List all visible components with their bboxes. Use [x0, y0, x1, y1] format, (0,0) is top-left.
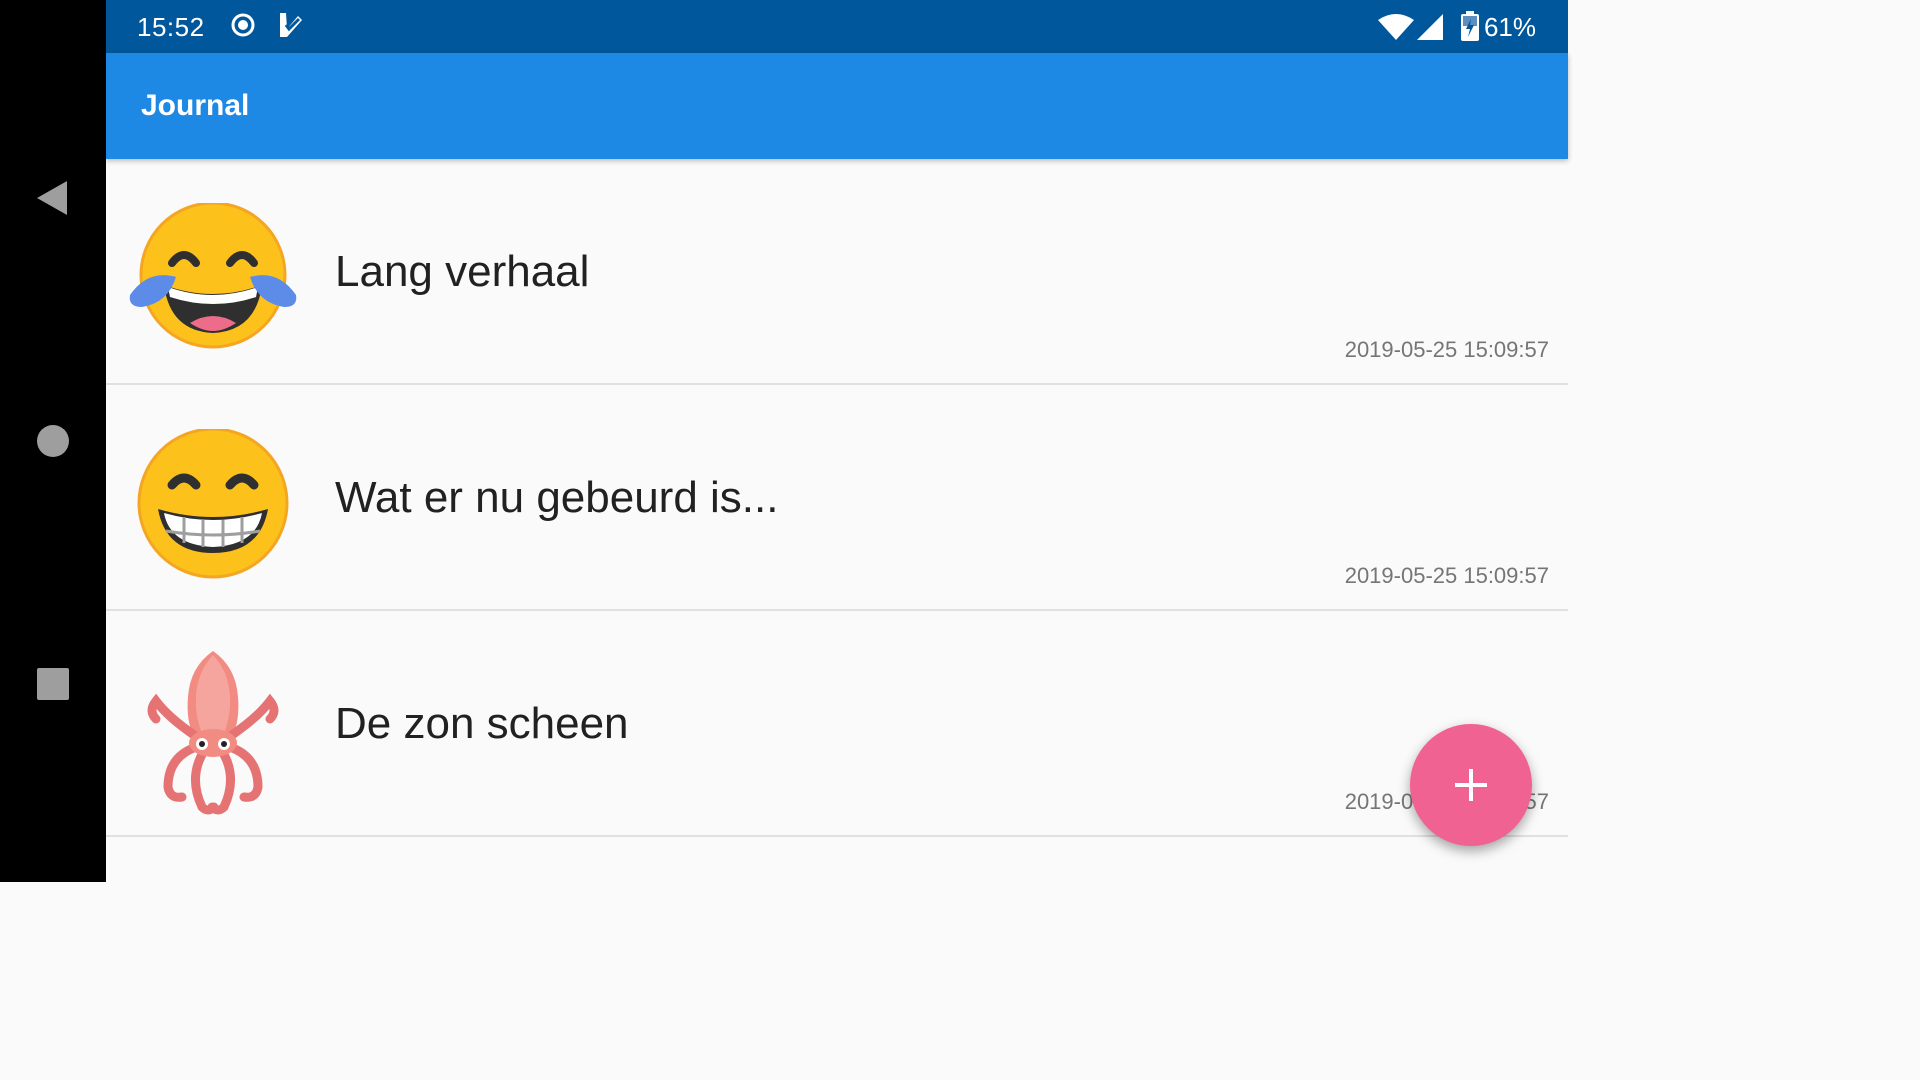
back-button[interactable] — [0, 158, 106, 238]
journal-entry[interactable]: Lang verhaal 2019-05-25 15:09:57 — [106, 159, 1568, 385]
status-bar: 15:52 61% — [106, 0, 1568, 53]
status-time: 15:52 — [137, 12, 205, 42]
home-icon — [37, 425, 69, 457]
battery-percentage: 61% — [1483, 12, 1536, 42]
entry-title: Lang verhaal — [335, 247, 590, 296]
wifi-icon — [1378, 14, 1414, 40]
journal-entry[interactable]: Wat er nu gebeurd is... 2019-05-25 15:09… — [106, 385, 1568, 611]
journal-entry[interactable]: De zon scheen 2019-05-25 15:09:57 — [106, 611, 1568, 837]
navigation-bar — [0, 0, 106, 882]
app-title: Journal — [141, 89, 250, 122]
add-entry-button[interactable] — [1410, 724, 1532, 846]
app-bar: Journal — [106, 53, 1568, 159]
recents-icon — [37, 668, 69, 700]
plus-icon — [1455, 769, 1487, 801]
entry-date: 2019-05-25 15:09:57 — [1344, 337, 1549, 362]
signal-icon — [1417, 14, 1443, 40]
tears-of-joy-emoji-icon — [129, 203, 297, 349]
radio-button-icon — [231, 13, 255, 37]
entry-title: De zon scheen — [335, 699, 629, 748]
entry-title: Wat er nu gebeurd is... — [335, 473, 779, 522]
check-badge-icon — [280, 13, 302, 37]
journal-list: Lang verhaal 2019-05-25 15:09:57 Wat er … — [106, 159, 1568, 882]
battery-charging-icon — [1461, 11, 1479, 41]
home-button[interactable] — [0, 401, 106, 481]
grinning-face-emoji-icon — [137, 429, 289, 579]
recents-button[interactable] — [0, 644, 106, 724]
entry-date: 2019-05-25 15:09:57 — [1344, 563, 1549, 588]
back-icon — [37, 181, 67, 215]
squid-emoji-icon — [147, 651, 279, 815]
